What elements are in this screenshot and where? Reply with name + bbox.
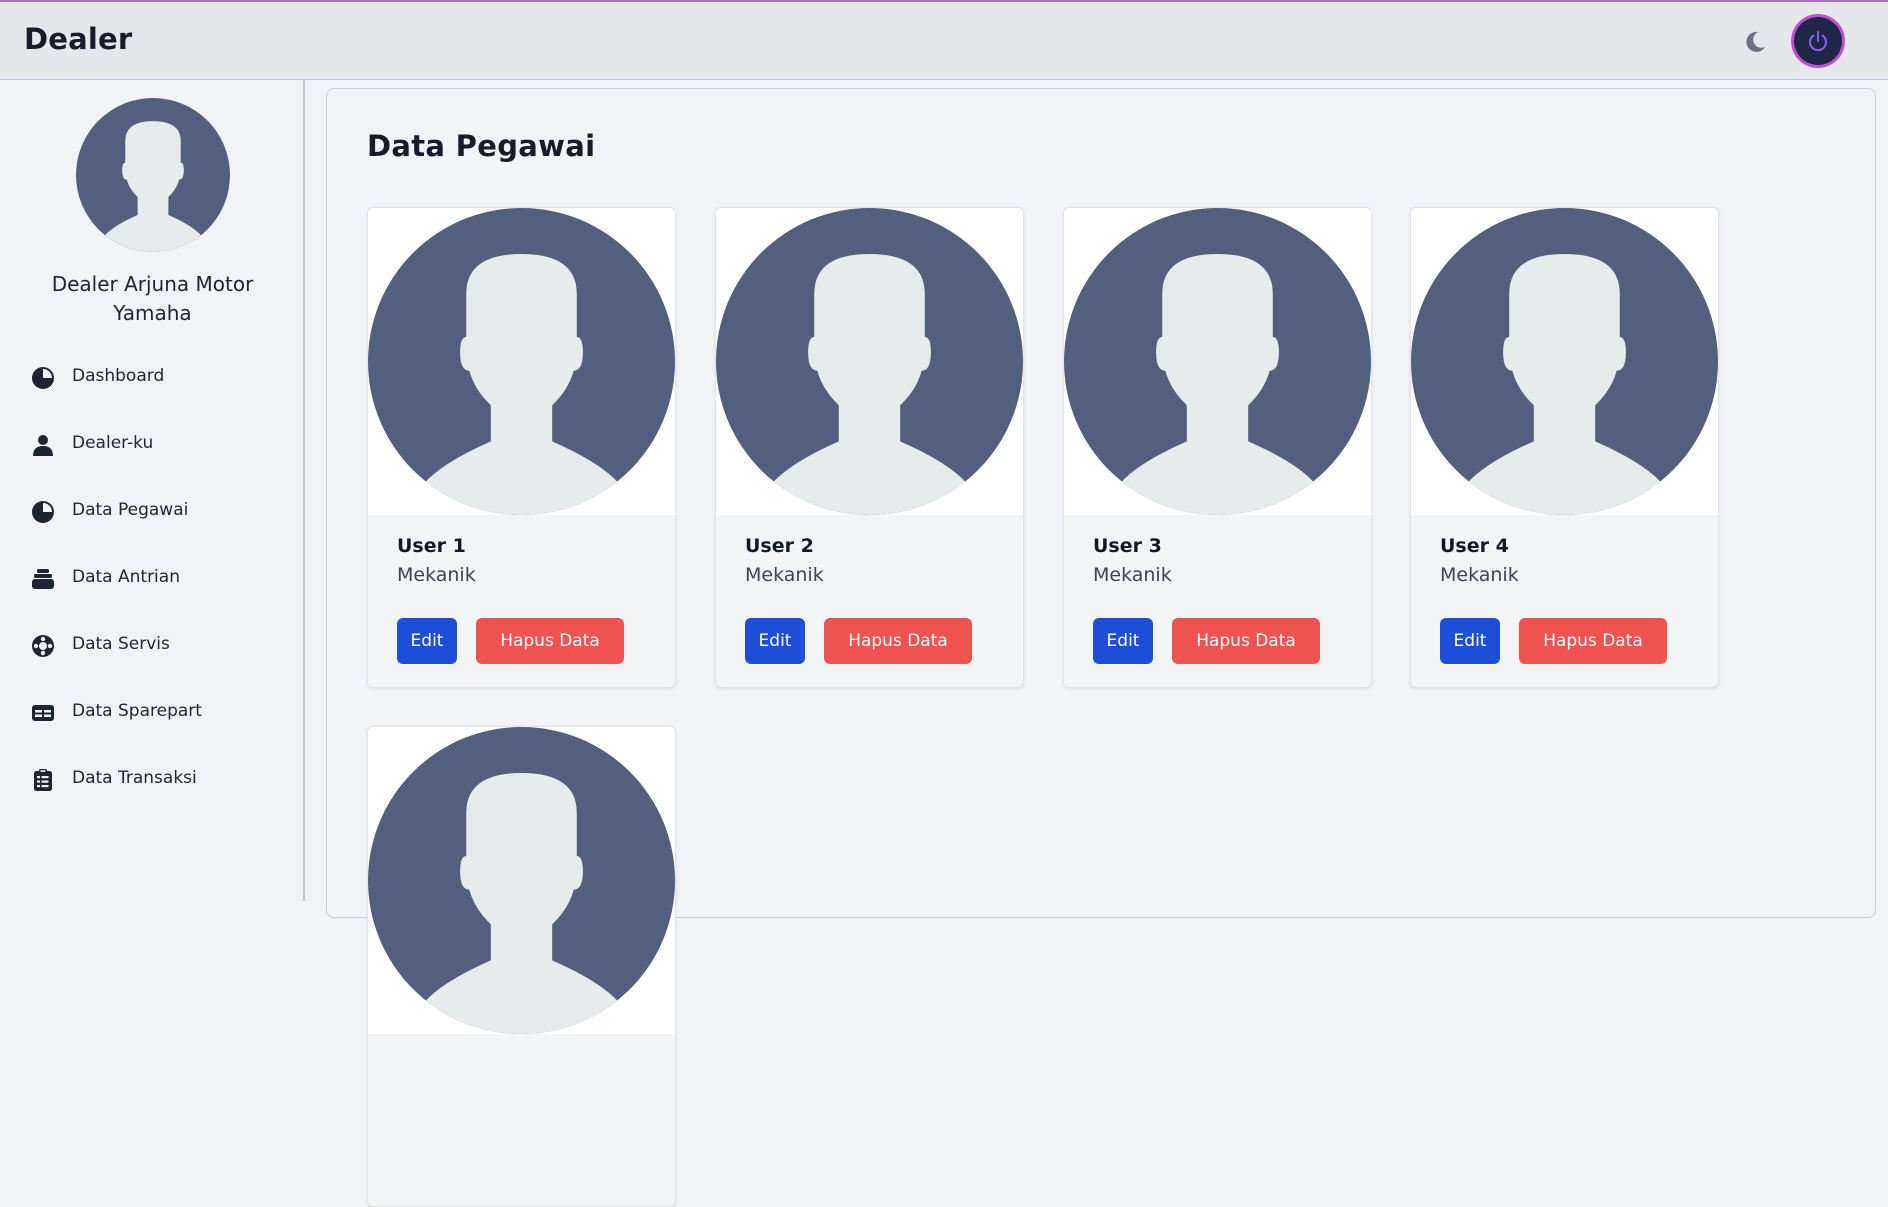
employee-photo: [368, 727, 675, 1034]
user-icon: [31, 433, 55, 457]
employee-photo: [1411, 208, 1718, 515]
employee-role: Mekanik: [397, 564, 476, 586]
id-card-icon: [31, 701, 55, 725]
employee-card: User 2 Mekanik Edit Hapus Data: [715, 207, 1024, 688]
delete-button[interactable]: Hapus Data: [824, 618, 972, 664]
delete-button[interactable]: Hapus Data: [476, 618, 624, 664]
moon-icon[interactable]: [1742, 29, 1768, 55]
employee-name: User 4: [1440, 535, 1509, 557]
employee-card: User 1 Mekanik Edit Hapus Data: [367, 207, 676, 688]
stack-icon: [31, 567, 55, 591]
employee-role: Mekanik: [1093, 564, 1172, 586]
sidebar-item-label: Data Antrian: [72, 567, 180, 587]
sidebar-item-label: Dealer-ku: [72, 433, 154, 453]
employee-name: User 3: [1093, 535, 1162, 557]
sidebar-item-dealer-ku[interactable]: Dealer-ku: [0, 418, 303, 472]
sidebar-item-label: Data Transaksi: [72, 768, 197, 788]
sidebar-item-label: Data Servis: [72, 634, 170, 654]
employee-name: User 2: [745, 535, 814, 557]
employee-photo: [716, 208, 1023, 515]
user-avatar-icon: [76, 98, 230, 252]
sidebar-item-label: Data Sparepart: [72, 701, 202, 721]
power-icon: [1809, 31, 1827, 52]
sidebar-item-data-transaksi[interactable]: Data Transaksi: [0, 753, 303, 807]
edit-button[interactable]: Edit: [1440, 618, 1500, 664]
dealer-name: Dealer Arjuna Motor Yamaha: [51, 272, 254, 325]
main-content: Data Pegawai User 1 Mekanik Edit Hapus D…: [326, 88, 1876, 1207]
app-title: Dealer: [24, 22, 133, 56]
edit-button[interactable]: Edit: [397, 618, 457, 664]
employee-photo: [1064, 208, 1371, 515]
employee-role: Mekanik: [1440, 564, 1519, 586]
employee-card: [367, 726, 676, 1207]
sidebar-item-label: Dashboard: [72, 366, 165, 386]
edit-button[interactable]: Edit: [745, 618, 805, 664]
delete-button[interactable]: Hapus Data: [1172, 618, 1320, 664]
sidebar-item-label: Data Pegawai: [72, 500, 189, 520]
sidebar-item-dashboard[interactable]: Dashboard: [0, 351, 303, 405]
delete-button[interactable]: Hapus Data: [1519, 618, 1667, 664]
page-title: Data Pegawai: [367, 129, 596, 163]
lifebuoy-icon: [31, 634, 55, 658]
edit-button[interactable]: Edit: [1093, 618, 1153, 664]
employee-name: User 1: [397, 535, 466, 557]
employee-photo: [368, 208, 675, 515]
sidebar-item-data-servis[interactable]: Data Servis: [0, 619, 303, 673]
sidebar-item-data-antrian[interactable]: Data Antrian: [0, 552, 303, 606]
employee-card: User 3 Mekanik Edit Hapus Data: [1063, 207, 1372, 688]
sidebar-item-data-sparepart[interactable]: Data Sparepart: [0, 686, 303, 740]
sidebar-item-data-pegawai[interactable]: Data Pegawai: [0, 485, 303, 539]
employee-card: User 4 Mekanik Edit Hapus Data: [1410, 207, 1719, 688]
sidebar: Dealer Arjuna Motor Yamaha Dashboard Dea…: [0, 80, 305, 901]
power-button[interactable]: [1794, 17, 1842, 65]
employee-role: Mekanik: [745, 564, 824, 586]
pie-chart-icon: [31, 500, 55, 524]
pie-chart-icon: [31, 366, 55, 390]
clipboard-list-icon: [31, 768, 55, 792]
top-navbar: Dealer: [0, 0, 1888, 80]
